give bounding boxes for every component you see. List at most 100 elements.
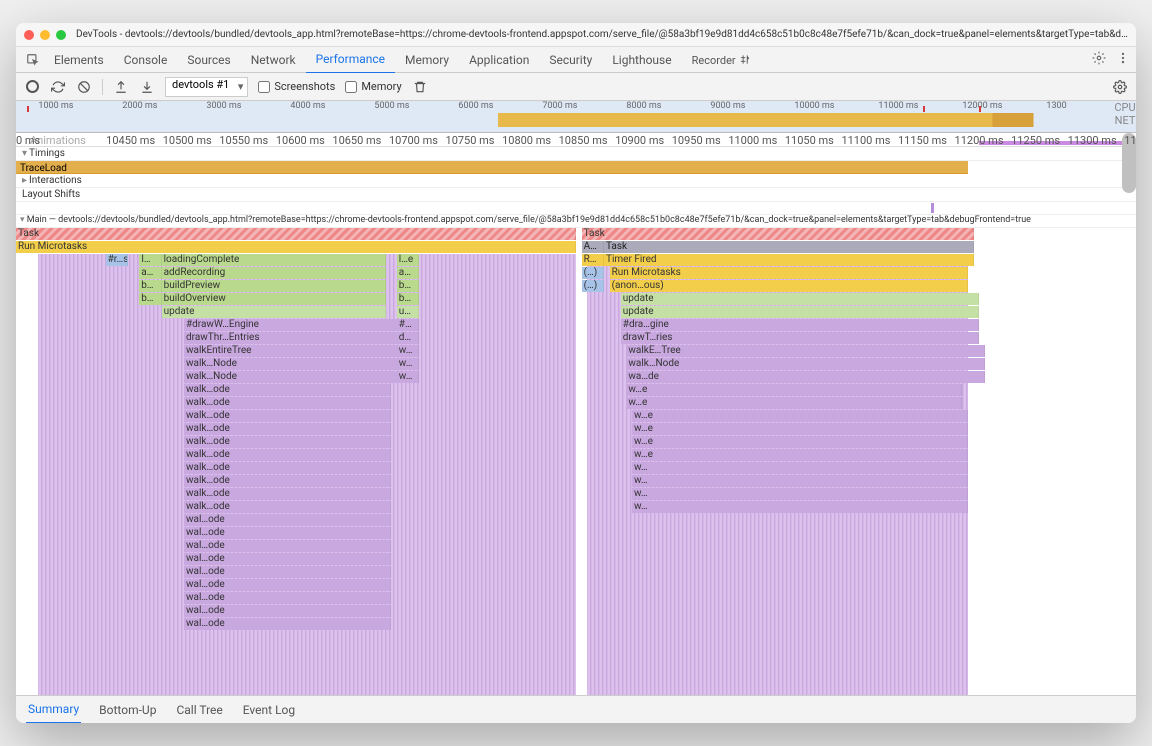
flame-segment[interactable]: #dra…gine xyxy=(621,319,979,331)
flame-segment[interactable]: wal…ode xyxy=(184,605,391,617)
flame-segment[interactable]: drawT…ries xyxy=(621,332,979,344)
flame-segment[interactable]: wal…ode xyxy=(184,527,391,539)
timings-track[interactable]: Timings xyxy=(16,147,1136,161)
main-thread-header[interactable]: Main — devtools://devtools/bundled/devto… xyxy=(16,215,1136,228)
flame-segment[interactable]: w…e xyxy=(626,384,962,396)
flame-segment[interactable]: walkEntireTree xyxy=(184,345,408,357)
flame-segment[interactable]: I… xyxy=(139,254,161,266)
flame-segment[interactable]: (…) xyxy=(582,267,604,279)
flame-segment[interactable]: walk…ode xyxy=(184,397,391,409)
flame-segment[interactable]: w… xyxy=(632,462,968,474)
tab-performance[interactable]: Performance xyxy=(306,46,395,74)
flame-segment[interactable]: w… xyxy=(397,358,419,370)
task-segment[interactable]: Task xyxy=(582,228,974,240)
flame-segment[interactable]: walk…Node xyxy=(626,358,984,370)
layout-shifts-track[interactable]: Layout Shifts xyxy=(16,188,1136,202)
flame-segment[interactable]: R… xyxy=(582,254,604,266)
flame-segment[interactable]: walk…ode xyxy=(184,462,391,474)
tab-bottom-up[interactable]: Bottom-Up xyxy=(97,697,158,723)
flame-segment[interactable]: walk…Node xyxy=(184,358,408,370)
flame-segment[interactable]: walk…ode xyxy=(184,449,391,461)
flame-segment[interactable]: wal…ode xyxy=(184,540,391,552)
tab-console[interactable]: Console xyxy=(114,47,178,73)
flame-segment[interactable]: a… xyxy=(139,267,161,279)
tab-sources[interactable]: Sources xyxy=(177,47,240,73)
memory-checkbox[interactable]: Memory xyxy=(345,80,401,93)
tab-event-log[interactable]: Event Log xyxy=(241,697,297,723)
flame-segment[interactable]: w… xyxy=(397,371,419,383)
flame-segment[interactable]: Task xyxy=(604,241,974,253)
flame-segment[interactable]: w… xyxy=(632,488,968,500)
flame-segment[interactable]: (anon…ous) xyxy=(610,280,968,292)
flame-segment[interactable]: a… xyxy=(397,267,419,279)
flame-segment[interactable]: walk…ode xyxy=(184,384,391,396)
flame-segment[interactable]: l…e xyxy=(397,254,419,266)
upload-button[interactable] xyxy=(113,79,129,95)
flame-segment[interactable]: addRecording xyxy=(162,267,386,279)
flame-segment[interactable]: wal…ode xyxy=(184,618,391,630)
reload-button[interactable] xyxy=(50,79,66,95)
flame-segment[interactable]: b… xyxy=(397,280,419,292)
target-select[interactable]: devtools #1 xyxy=(165,77,248,97)
flame-segment[interactable]: buildOverview xyxy=(162,293,386,305)
flame-segment[interactable]: update xyxy=(621,306,979,318)
screenshots-checkbox[interactable]: Screenshots xyxy=(258,80,335,93)
tab-recorder[interactable]: Recorder xyxy=(682,47,760,73)
flame-segment[interactable]: b… xyxy=(397,293,419,305)
flame-segment[interactable]: w… xyxy=(397,345,419,357)
flame-chart[interactable]: TaskTaskRun MicrotasksA…Task#r…sI…loadin… xyxy=(16,228,1136,695)
flame-segment[interactable]: d… xyxy=(397,332,419,344)
flame-segment[interactable]: walk…ode xyxy=(184,501,391,513)
more-icon[interactable] xyxy=(1116,51,1130,68)
layout-shift-marker[interactable] xyxy=(931,203,934,213)
flame-segment[interactable]: wal…ode xyxy=(184,579,391,591)
flame-segment[interactable]: wa…de xyxy=(626,371,984,383)
flame-segment[interactable]: walk…ode xyxy=(184,436,391,448)
flame-segment[interactable]: walkE…Tree xyxy=(626,345,984,357)
flame-segment[interactable]: w…e xyxy=(632,410,968,422)
flame-segment[interactable]: walk…ode xyxy=(184,488,391,500)
settings-icon[interactable] xyxy=(1092,51,1106,68)
flame-segment[interactable]: b… xyxy=(139,280,161,292)
flame-segment[interactable]: w…e xyxy=(632,449,968,461)
flame-segment[interactable]: #… xyxy=(397,319,419,331)
task-segment[interactable]: Task xyxy=(16,228,576,240)
tab-elements[interactable]: Elements xyxy=(44,47,114,73)
flame-segment[interactable]: Run Microtasks xyxy=(610,267,968,279)
clear-button[interactable] xyxy=(76,79,92,95)
flame-segment[interactable]: w…e xyxy=(632,436,968,448)
close-icon[interactable] xyxy=(24,30,34,40)
flame-segment[interactable]: loadingComplete xyxy=(162,254,386,266)
tab-network[interactable]: Network xyxy=(241,47,306,73)
record-button[interactable] xyxy=(24,79,40,95)
traceload-bar[interactable]: TraceLoad xyxy=(16,161,968,174)
flame-segment[interactable]: u… xyxy=(397,306,419,318)
tab-lighthouse[interactable]: Lighthouse xyxy=(602,47,681,73)
microtasks-segment[interactable]: Run Microtasks xyxy=(16,241,576,253)
flame-segment[interactable]: w…e xyxy=(626,397,962,409)
flame-segment[interactable]: drawThr…Entries xyxy=(184,332,408,344)
flame-segment[interactable]: update xyxy=(162,306,386,318)
inspect-icon[interactable] xyxy=(22,53,44,67)
flame-segment[interactable]: walk…Node xyxy=(184,371,408,383)
zoom-icon[interactable] xyxy=(56,30,66,40)
flame-segment[interactable]: #drawW…Engine xyxy=(184,319,408,331)
flame-segment[interactable]: (…) xyxy=(582,280,604,292)
flame-segment[interactable]: w…e xyxy=(632,423,968,435)
flame-segment[interactable]: b… xyxy=(139,293,161,305)
flame-segment[interactable]: walk…ode xyxy=(184,475,391,487)
tab-memory[interactable]: Memory xyxy=(395,47,459,73)
flame-segment[interactable]: w… xyxy=(632,475,968,487)
tab-security[interactable]: Security xyxy=(539,47,602,73)
flame-segment[interactable]: wal…ode xyxy=(184,592,391,604)
flame-segment[interactable]: Timer Fired xyxy=(604,254,974,266)
time-ruler[interactable]: Animations 0 ms10450 ms10500 ms10550 ms1… xyxy=(16,133,1136,147)
flame-segment[interactable]: buildPreview xyxy=(162,280,386,292)
tab-application[interactable]: Application xyxy=(459,47,539,73)
trash-icon[interactable] xyxy=(412,79,428,95)
tab-summary[interactable]: Summary xyxy=(26,696,81,724)
minimize-icon[interactable] xyxy=(40,30,50,40)
flame-segment[interactable]: A… xyxy=(582,241,604,253)
flame-segment[interactable]: #r…s xyxy=(106,254,128,266)
tab-call-tree[interactable]: Call Tree xyxy=(174,697,224,723)
